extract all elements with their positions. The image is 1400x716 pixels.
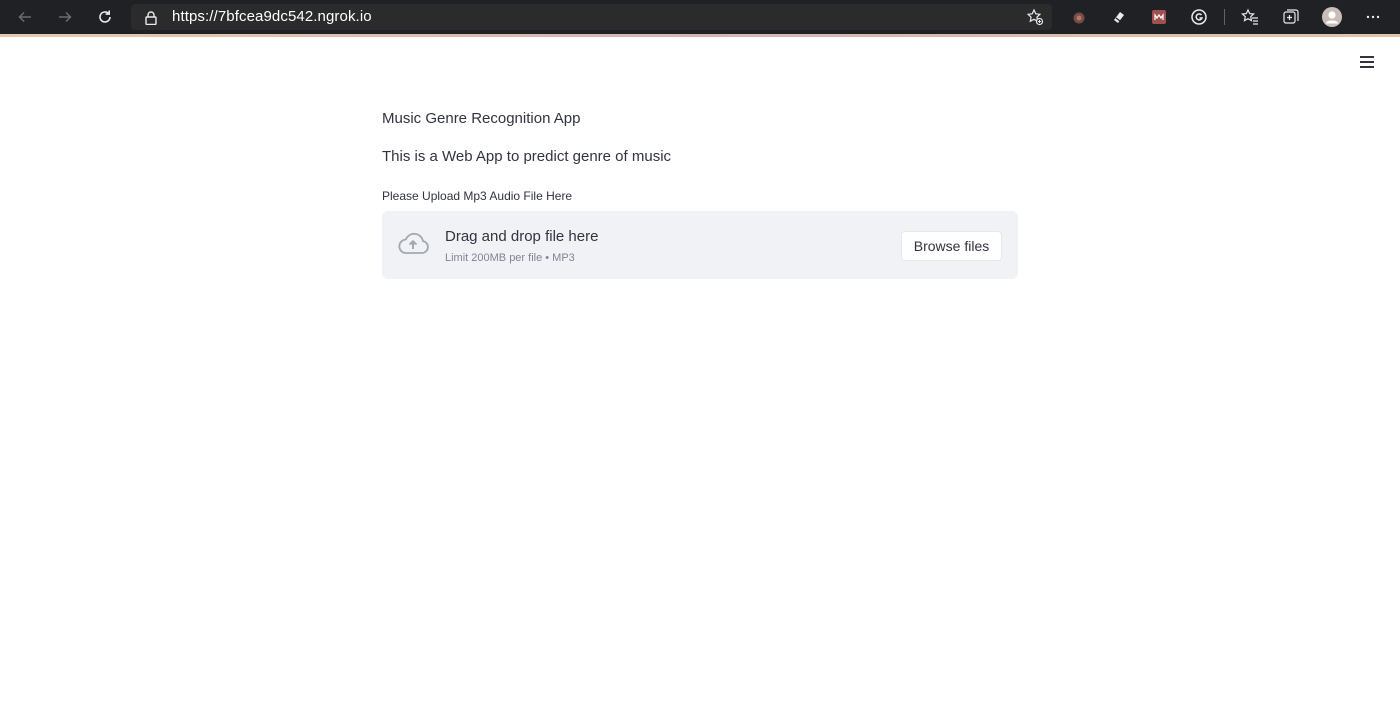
- back-icon[interactable]: [11, 3, 39, 31]
- toolbar-divider: [1224, 9, 1225, 25]
- lock-icon[interactable]: [145, 10, 157, 29]
- address-bar[interactable]: https://7bfcea9dc542.ngrok.io: [131, 4, 1052, 30]
- forward-icon[interactable]: [51, 3, 79, 31]
- favorites-icon[interactable]: [1240, 7, 1260, 27]
- collections-icon[interactable]: [1281, 7, 1301, 27]
- profile-icon[interactable]: [1322, 7, 1342, 27]
- file-uploader-label: Please Upload Mp3 Audio File Here: [382, 189, 573, 203]
- grammarly-icon[interactable]: [1189, 7, 1209, 27]
- extension-icon[interactable]: [1109, 7, 1129, 27]
- url-text[interactable]: https://7bfcea9dc542.ngrok.io: [172, 8, 372, 25]
- add-favorite-icon[interactable]: [1026, 8, 1044, 30]
- cloud-upload-icon: [396, 232, 430, 260]
- extension-icon[interactable]: [1149, 7, 1169, 27]
- page-subtitle: This is a Web App to predict genre of mu…: [382, 148, 672, 165]
- app-header-decoration: [0, 34, 1400, 37]
- more-icon[interactable]: [1363, 7, 1383, 27]
- browse-files-button[interactable]: Browse files: [901, 231, 1002, 261]
- hamburger-menu-icon[interactable]: [1358, 54, 1376, 70]
- browser-toolbar: https://7bfcea9dc542.ngrok.io: [0, 0, 1400, 34]
- file-dropzone[interactable]: Drag and drop file here Limit 200MB per …: [382, 211, 1018, 279]
- page-title: Music Genre Recognition App: [382, 110, 581, 127]
- dropzone-instructions: Drag and drop file here: [445, 228, 599, 245]
- refresh-icon[interactable]: [91, 3, 119, 31]
- dropzone-limit-hint: Limit 200MB per file • MP3: [445, 252, 575, 264]
- extension-icon[interactable]: [1069, 7, 1089, 27]
